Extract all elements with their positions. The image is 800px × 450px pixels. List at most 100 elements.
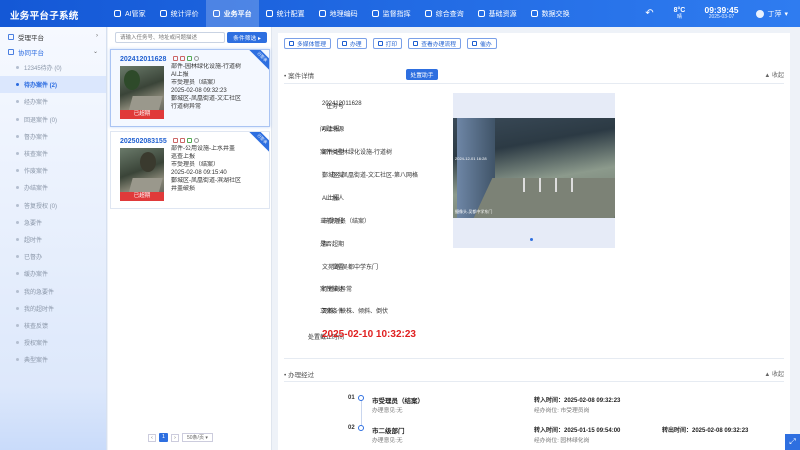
case-list-panel: 条件筛选 ▸ 202412011628 已签收 已超期 部件-园林绿化设施-行道… xyxy=(108,27,272,450)
weather-widget: 8°C 晴 xyxy=(673,7,686,20)
field-overdue: 否 xyxy=(322,242,329,248)
carousel-dot[interactable] xyxy=(530,238,533,241)
nav-resources[interactable]: 基础资源 xyxy=(471,0,524,27)
collapse-process-button[interactable]: ▲ 收起 xyxy=(764,369,784,378)
nav-data-exchange[interactable]: 数据交换 xyxy=(524,0,577,27)
chevron-right-icon: › xyxy=(96,33,98,39)
sidebar-group-collaboration[interactable]: 协同平台 ⌄ xyxy=(0,44,106,59)
sidebar-item-12345-todo[interactable]: 12345待办 (0) xyxy=(0,59,106,76)
overdue-badge: 已超期 xyxy=(120,192,164,201)
case-id: 202502083155 xyxy=(120,138,167,145)
case-card[interactable]: 202412011628 已签收 已超期 部件-园林绿化设施-行道树 AI上报 … xyxy=(110,49,270,127)
sidebar-item-reply-auth[interactable]: 答复授权 (0) xyxy=(0,197,106,214)
alarm-icon xyxy=(173,138,178,143)
toolbar: 多媒体管理 办理 打印 查看办理流程 催办 xyxy=(284,38,497,49)
sidebar-item-verify-feedback[interactable]: 核查反馈 xyxy=(0,317,106,334)
sidebar-item-todo-cases[interactable]: 待办案件 (2) xyxy=(0,76,106,94)
main-nav: AI管家 统计评价 业务平台 统计配置 地理编码 监督指挥 综合查询 基础资源 … xyxy=(107,0,577,27)
timeline-dot xyxy=(358,425,364,431)
filter-button[interactable]: 条件筛选 ▸ xyxy=(227,32,267,43)
case-id: 202412011628 xyxy=(120,56,167,63)
folder-icon xyxy=(8,48,14,55)
user-menu[interactable]: 丁萍 ▾ xyxy=(756,9,788,19)
nav-query[interactable]: 综合查询 xyxy=(418,0,471,27)
fullscreen-icon[interactable]: ⤢ xyxy=(785,434,800,450)
prev-page-button[interactable]: ‹ xyxy=(148,433,156,442)
handle-button[interactable]: 办理 xyxy=(337,38,367,49)
folder-icon xyxy=(8,33,14,40)
sidebar-item-authorized[interactable]: 授权案件 xyxy=(0,334,106,351)
next-page-button[interactable]: › xyxy=(171,433,179,442)
sidebar-item-returned[interactable]: 回退案件 (0) xyxy=(0,111,106,128)
timeline-step: 02 市二级部门 办理意见:无 转入时间：2025-01-15 09:54:00… xyxy=(278,418,790,448)
sidebar-item-voided[interactable]: 作废案件 xyxy=(0,162,106,179)
field-region: 鄞城区-凤凰街道-文汇社区-第八网格 xyxy=(322,173,418,179)
case-photo: 2024-12-01 16:28 摄像头-吴都中学东门 xyxy=(453,118,615,218)
nav-geocoding[interactable]: 地理编码 xyxy=(312,0,365,27)
nav-business-platform[interactable]: 业务平台 xyxy=(205,0,259,27)
search-icon xyxy=(424,10,432,17)
case-photo-viewer[interactable]: 2024-12-01 16:28 摄像头-吴都中学东门 xyxy=(453,93,615,248)
chevron-down-icon: ▾ xyxy=(784,10,788,18)
alarm-icon xyxy=(173,56,178,61)
collapse-detail-button[interactable]: ▲ 收起 xyxy=(764,70,784,79)
sidebar-item-handled[interactable]: 经办案件 xyxy=(0,93,106,110)
sidebar-item-overtime[interactable]: 超时件 xyxy=(0,231,106,248)
bulb-icon xyxy=(114,10,121,17)
case-thumbnail xyxy=(120,148,164,198)
sidebar-item-my-overtime[interactable]: 我的超时件 xyxy=(0,300,106,317)
case-detail: 多媒体管理 办理 打印 查看办理流程 催办 • 案件详情 ▲ 收起 处置助手 任… xyxy=(278,33,790,450)
sidebar-item-urgent[interactable]: 急要件 xyxy=(0,214,106,231)
doc-icon xyxy=(180,56,185,61)
assistant-button[interactable]: 处置助手 xyxy=(406,69,438,80)
top-bar: 业务平台子系统 AI管家 统计评价 业务平台 统计配置 地理编码 监督指挥 综合… xyxy=(0,0,800,27)
sidebar-item-closed[interactable]: 办结案件 xyxy=(0,179,106,196)
chevron-down-icon: ⌄ xyxy=(92,49,98,55)
search-input[interactable] xyxy=(115,32,225,43)
exchange-icon xyxy=(530,10,538,17)
current-page[interactable]: 1 xyxy=(159,433,168,442)
back-icon[interactable]: ↶ xyxy=(642,8,656,19)
urge-button[interactable]: 催办 xyxy=(467,38,497,49)
sidebar-item-my-urgent[interactable]: 我的急要件 xyxy=(0,282,106,299)
grid-icon xyxy=(212,10,220,17)
media-manage-button[interactable]: 多媒体管理 xyxy=(284,38,331,49)
user-icon xyxy=(756,9,765,18)
person-icon xyxy=(194,138,199,143)
settings-icon xyxy=(265,10,273,17)
case-detail-title: • 案件详情 xyxy=(284,73,315,80)
photo-caption: 摄像头-吴都中学东门 xyxy=(455,209,493,214)
pagination: ‹ 1 › 50条/页 ▾ xyxy=(148,433,213,442)
sidebar-item-already-urged[interactable]: 已督办 xyxy=(0,248,106,265)
person-icon xyxy=(194,56,199,61)
sidebar-item-deferred[interactable]: 缓办案件 xyxy=(0,265,106,282)
print-icon xyxy=(377,41,383,46)
app-title: 业务平台子系统 xyxy=(10,11,79,22)
case-thumbnail xyxy=(120,66,164,116)
field-stage: 市受理员（结案） xyxy=(322,219,371,225)
sidebar-item-typical[interactable]: 典型案件 xyxy=(0,351,106,368)
case-card[interactable]: 202502083155 已签收 已超期 部件-公用设施-上水井盖 巡查上报 市… xyxy=(110,131,270,209)
clock: 09:39:45 2025-03-07 xyxy=(704,5,739,21)
nav-statistics[interactable]: 统计评价 xyxy=(153,0,206,27)
sidebar-group-acceptance[interactable]: 受理平台 › xyxy=(0,29,106,44)
database-icon xyxy=(477,10,485,17)
process-title: • 办理经过 xyxy=(284,372,315,379)
flow-icon xyxy=(413,41,419,46)
view-flow-button[interactable]: 查看办理流程 xyxy=(408,38,462,49)
edit-icon xyxy=(342,41,347,46)
field-type: 部件-园林绿化设施-行道树 xyxy=(322,150,392,156)
photo-timestamp: 2024-12-01 16:28 xyxy=(455,156,487,161)
nav-stat-config[interactable]: 统计配置 xyxy=(259,0,312,27)
print-button[interactable]: 打印 xyxy=(372,38,403,49)
nav-supervision[interactable]: 监督指挥 xyxy=(365,0,418,27)
sidebar-item-supervised[interactable]: 督办案件 xyxy=(0,128,106,145)
deadline-value: 2025-02-10 10:32:23 xyxy=(322,329,416,340)
check-icon xyxy=(187,138,192,143)
sidebar-item-verify[interactable]: 核查案件 xyxy=(0,145,106,162)
media-icon xyxy=(289,41,294,46)
timeline-step: 01 市受理员（结案） 办理意见:无 转入时间：2025-02-08 09:32… xyxy=(278,388,790,428)
page-size-select[interactable]: 50条/页 ▾ xyxy=(182,433,213,442)
nav-ai-butler[interactable]: AI管家 xyxy=(107,0,153,27)
user-name: 丁萍 xyxy=(767,10,782,18)
